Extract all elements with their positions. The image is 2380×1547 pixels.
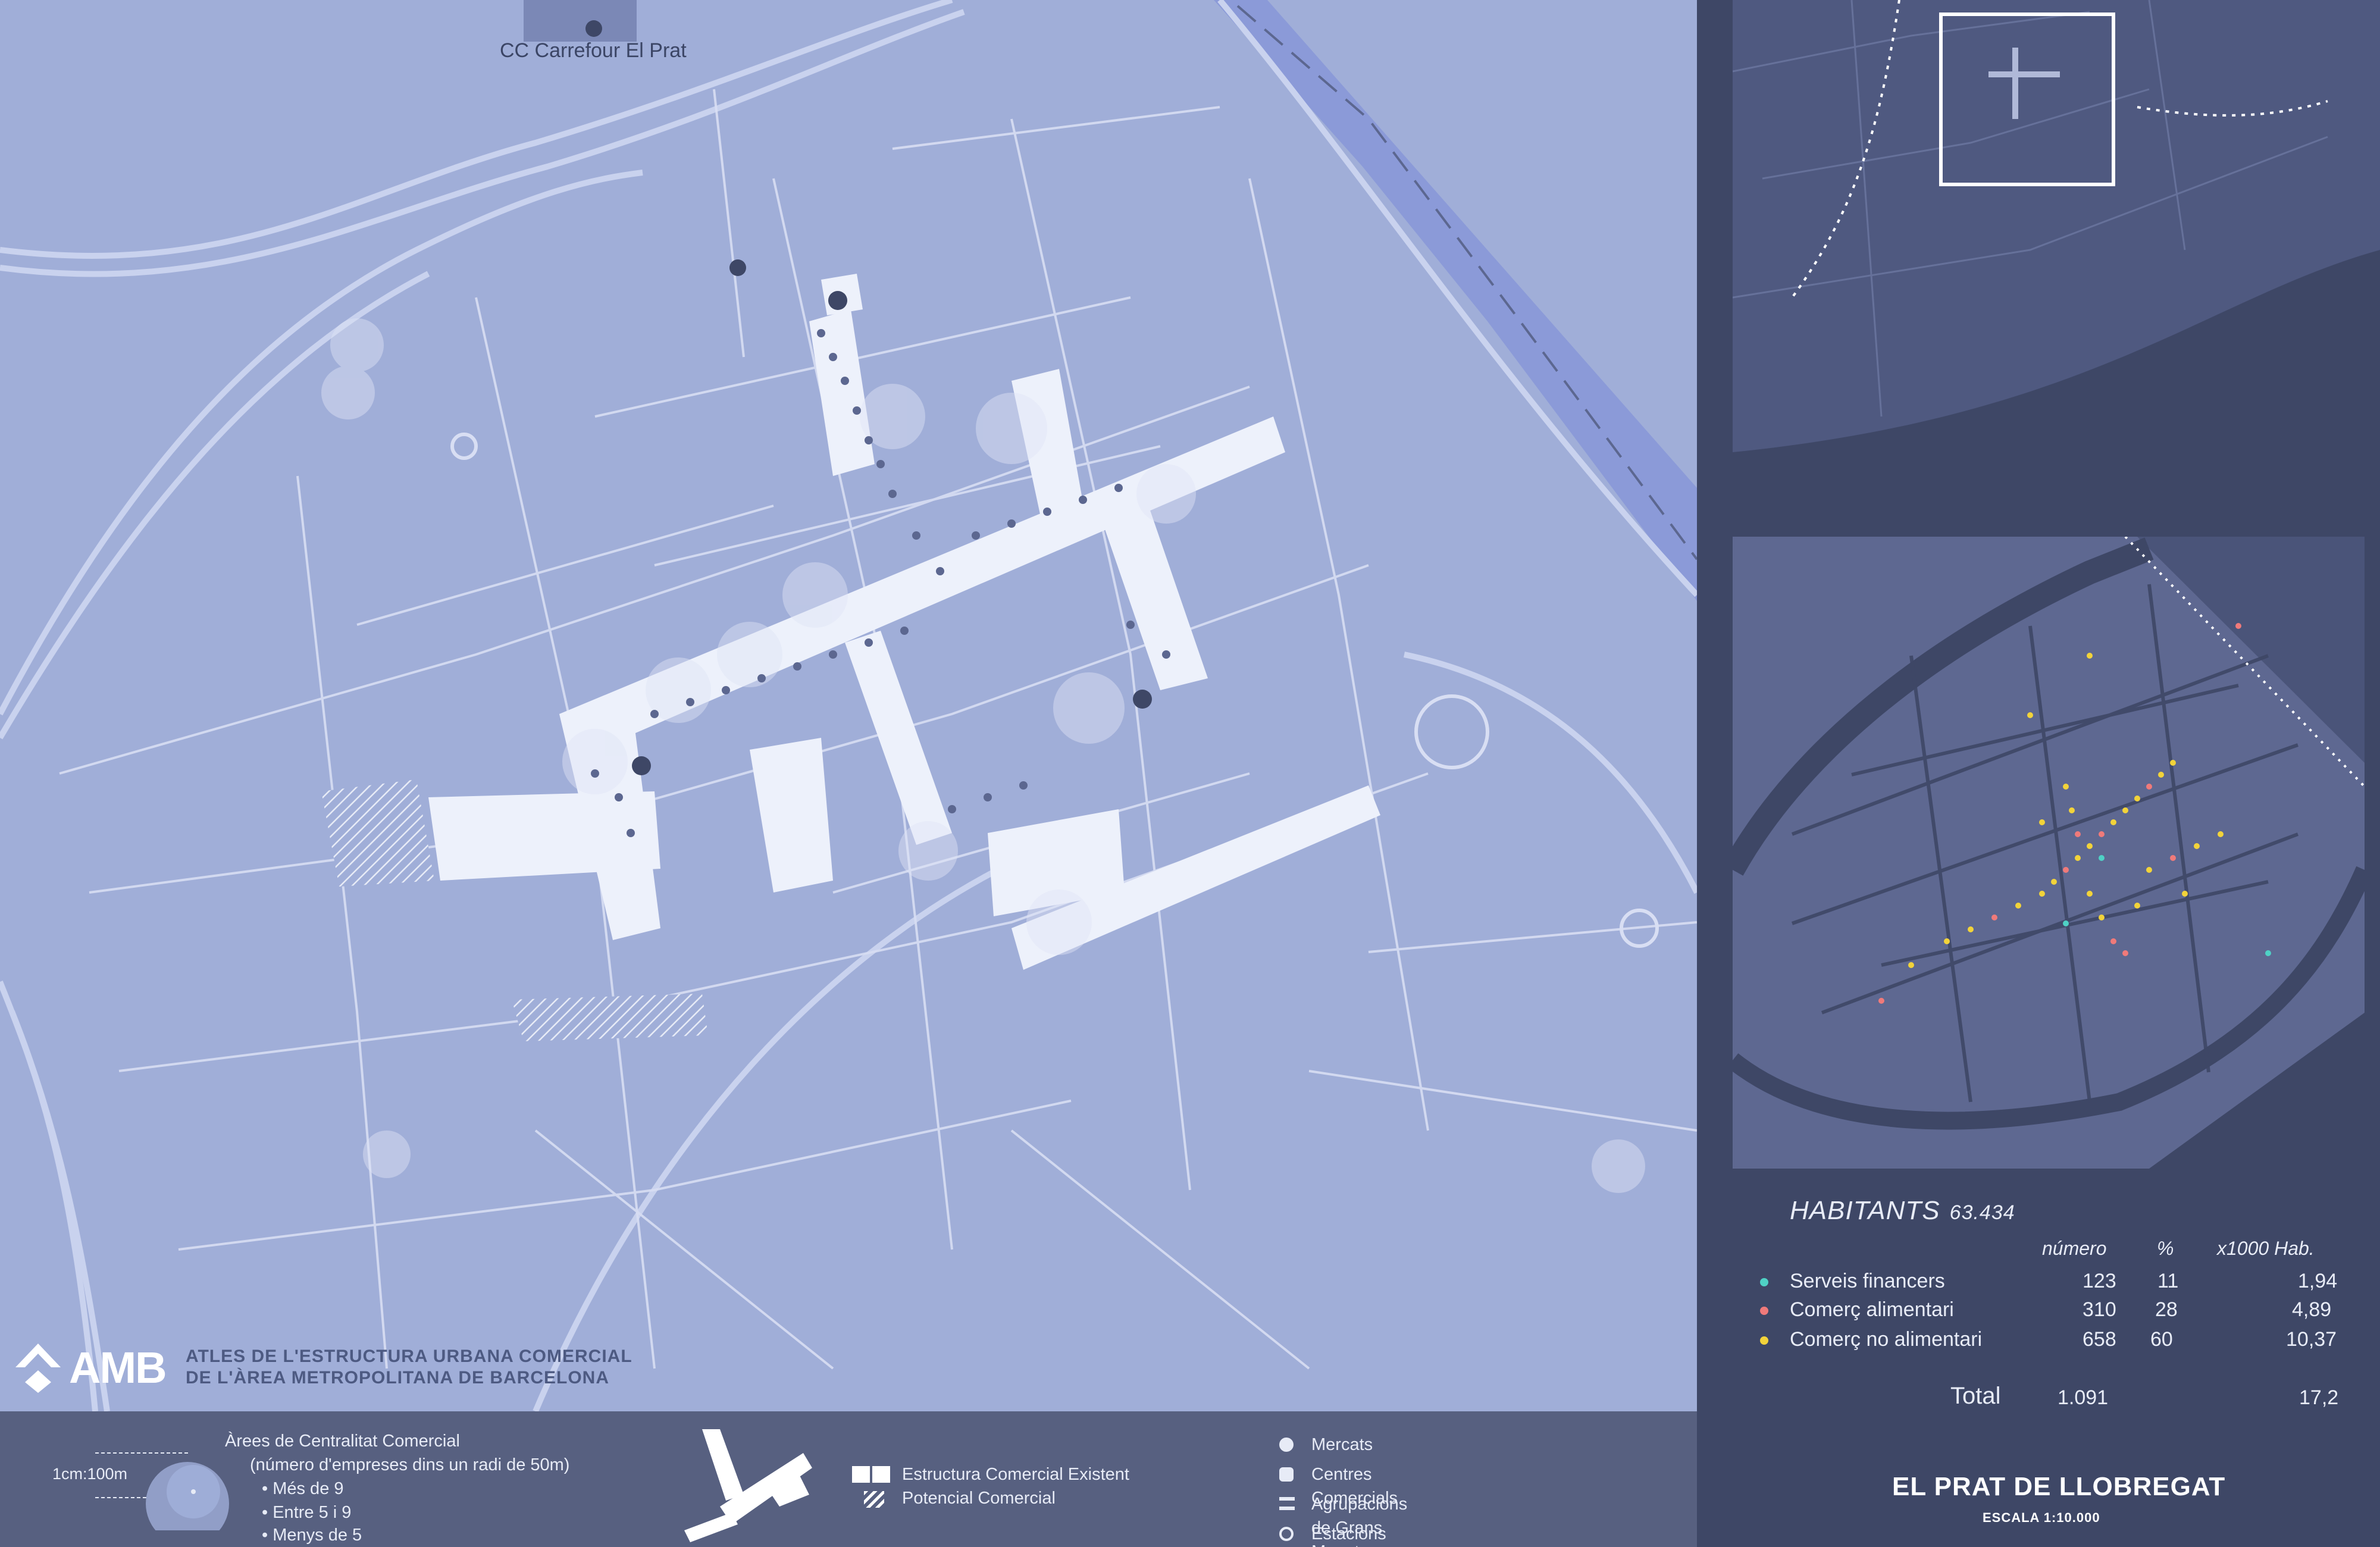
place-name: EL PRAT DE LLOBREGAT bbox=[1892, 1472, 2226, 1501]
potential-commercial-swatch bbox=[864, 1491, 884, 1508]
row-label-nonfood: Comerç no alimentari bbox=[1790, 1328, 1983, 1351]
row-per1000-financial: 1,94 bbox=[2298, 1270, 2338, 1292]
potential-commercial-label: Potencial Comercial bbox=[902, 1489, 1056, 1508]
amb-logo: AMB bbox=[14, 1338, 167, 1397]
overview-inset-map[interactable] bbox=[1733, 0, 2380, 452]
row-per1000-food: 4,89 bbox=[2292, 1298, 2332, 1321]
shopping-center-marker bbox=[585, 20, 602, 37]
population-value: 63.434 bbox=[1949, 1201, 2015, 1224]
total-label: Total bbox=[1950, 1383, 2001, 1409]
structure-symbol bbox=[684, 1429, 815, 1542]
centrality-level: • Menys de 5 bbox=[262, 1526, 362, 1545]
centrality-areas bbox=[321, 318, 1645, 1193]
shopping-center-icon bbox=[1279, 1467, 1294, 1482]
map-legend: 1cm:100m Àrees de Centralitat Comercial … bbox=[0, 1411, 1697, 1547]
total-numero: 1.091 bbox=[2058, 1386, 2109, 1409]
atlas-title: ATLES DE L'ESTRUCTURA URBANA COMERCIAL D… bbox=[186, 1346, 632, 1389]
amb-logo-icon bbox=[14, 1341, 62, 1394]
legend-dot-financial bbox=[1760, 1278, 1768, 1286]
train-station-icon bbox=[1279, 1527, 1294, 1541]
row-pct-food: 28 bbox=[2155, 1298, 2178, 1321]
train-station-marker bbox=[729, 259, 746, 276]
market-marker bbox=[1133, 690, 1152, 709]
row-numero-food: 310 bbox=[2082, 1298, 2116, 1321]
row-label-food: Comerç alimentari bbox=[1790, 1298, 1954, 1321]
map-scale: ESCALA 1:10.000 bbox=[1983, 1510, 2100, 1525]
col-header-pct: % bbox=[2157, 1238, 2174, 1259]
map-canvas bbox=[0, 0, 1697, 1411]
centrality-level: • Entre 5 i 9 bbox=[262, 1503, 352, 1522]
legend-dot-nonfood bbox=[1760, 1336, 1768, 1345]
carrefour-label: CC Carrefour El Prat bbox=[500, 39, 687, 62]
row-label-financial: Serveis financers bbox=[1790, 1270, 1945, 1292]
centrality-symbol bbox=[95, 1441, 244, 1545]
row-pct-financial: 11 bbox=[2157, 1270, 2179, 1292]
existing-structure-swatch bbox=[852, 1466, 890, 1483]
scale-ref-label: 1cm:100m bbox=[52, 1465, 128, 1483]
centrality-subtitle: (número d'empreses dins un radi de 50m) bbox=[250, 1455, 570, 1474]
market-icon bbox=[1279, 1438, 1294, 1452]
main-map[interactable]: CC Carrefour El Prat AMB ATLES DE L'ESTR… bbox=[0, 0, 1697, 1411]
centrality-level: • Més de 9 bbox=[262, 1479, 344, 1498]
detail-inset-map[interactable] bbox=[1733, 537, 2365, 1169]
amb-logo-text: AMB bbox=[69, 1342, 167, 1392]
existing-structure-label: Estructura Comercial Existent bbox=[902, 1465, 1129, 1484]
carrefour-building bbox=[524, 0, 637, 42]
market-marker bbox=[828, 291, 847, 310]
habitants-label: HABITANTS bbox=[1790, 1196, 1940, 1225]
atlas-title-line2: DE L'ÀREA METROPOLITANA DE BARCELONA bbox=[186, 1368, 610, 1388]
market-marker bbox=[632, 756, 651, 775]
legend-dot-food bbox=[1760, 1307, 1768, 1315]
shopping-cart-icon bbox=[1279, 1497, 1295, 1510]
row-numero-nonfood: 658 bbox=[2082, 1328, 2116, 1351]
row-per1000-nonfood: 10,37 bbox=[2286, 1328, 2337, 1351]
total-per1000: 17,2 bbox=[2299, 1386, 2339, 1409]
col-header-numero: número bbox=[2042, 1238, 2107, 1259]
centrality-title: Àrees de Centralitat Comercial bbox=[225, 1432, 460, 1451]
col-header-per1000: x1000 Hab. bbox=[2217, 1238, 2315, 1259]
row-pct-nonfood: 60 bbox=[2150, 1328, 2173, 1351]
row-numero-financial: 123 bbox=[2082, 1270, 2116, 1292]
habitants-heading: HABITANTS 63.434 bbox=[1790, 1196, 2015, 1226]
atlas-title-line1: ATLES DE L'ESTRUCTURA URBANA COMERCIAL bbox=[186, 1346, 632, 1366]
